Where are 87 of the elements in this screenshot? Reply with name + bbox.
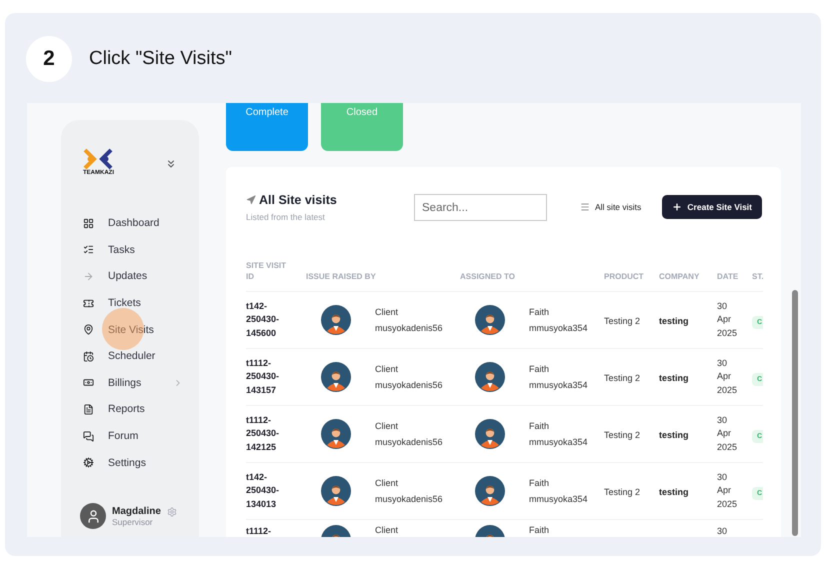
step-number: 2 [26, 36, 72, 82]
date-cell-text: 30 Apr 2025 [717, 300, 738, 340]
date-cell-text: 30 Apr 2025 [717, 356, 738, 397]
site-visit-id: t1112-250430-142125 [246, 414, 280, 454]
user-role: Supervisor [112, 516, 154, 526]
site-visit-id: t142-250430-134013 [246, 470, 280, 511]
panel-subtitle: Listed from the latest [246, 212, 326, 222]
column-header: DATE [717, 271, 740, 283]
nav-icon [83, 350, 94, 362]
person-avatar [475, 362, 505, 392]
menu-icon [580, 202, 590, 212]
person-avatar [475, 419, 505, 449]
nav-icon [83, 377, 94, 388]
sidebar-item[interactable]: Updates [61, 263, 199, 290]
column-header: ST. [752, 271, 763, 283]
filter-link[interactable]: All site visits [595, 202, 642, 212]
person-avatar [475, 476, 505, 506]
settings-icon[interactable] [166, 507, 177, 517]
assignee-name: Faith [529, 421, 550, 431]
assignee-email: mmusyoka354 [529, 494, 588, 504]
user-avatar [80, 503, 106, 529]
assignee-email: mmusyoka354 [529, 380, 588, 390]
product-cell: Testing 2 [604, 487, 640, 497]
sidebar-item[interactable]: Scheduler [61, 342, 199, 370]
column-header: SITE VISIT ID [246, 260, 288, 283]
assignee-email: mmusyoka354 [529, 437, 588, 447]
nav-icon [83, 244, 94, 256]
site-visit-id: t1112-250430-143157 [246, 356, 280, 397]
raiser-email: musyokadenis56 [375, 323, 443, 333]
scrollbar[interactable] [792, 290, 798, 536]
column-header: PRODUCT [604, 271, 645, 283]
person-avatar [321, 476, 351, 506]
date-cell-text: 30 Apr 2025 [717, 470, 738, 511]
person-avatar [321, 305, 351, 335]
nav-icon [83, 270, 94, 282]
step-instruction: Click "Site Visits" [89, 48, 232, 70]
person-avatar [475, 305, 505, 335]
site-visit-id: t142-250430-145600 [246, 300, 280, 340]
nav-icon [83, 457, 94, 468]
nav-icon [83, 218, 94, 229]
assignee-name: Faith [529, 307, 550, 317]
company-cell: testing [659, 316, 689, 326]
navigation-icon [246, 195, 256, 205]
person-avatar [321, 362, 351, 392]
column-header: COMPANY [659, 271, 700, 283]
nav-icon [83, 404, 94, 415]
assignee-email: mmusyoka354 [529, 323, 588, 333]
raiser-name: Client [375, 478, 400, 488]
company-cell: testing [659, 430, 689, 440]
raiser-name: Client [375, 364, 400, 374]
product-cell: Testing 2 [604, 430, 640, 440]
assignee-name: Faith [529, 364, 550, 374]
raiser-name: Client [375, 307, 400, 317]
site-visit-id: t1112- [246, 525, 272, 537]
person-avatar [321, 419, 351, 449]
company-cell: testing [659, 487, 689, 497]
nav-icon [83, 324, 94, 336]
assignee-name: Faith [529, 478, 550, 488]
date-cell-text: 30 [717, 525, 728, 537]
chevron-down-icon[interactable] [165, 158, 177, 170]
raiser-email: musyokadenis56 [375, 437, 443, 447]
create-site-visit-button[interactable]: Create Site Visit [662, 195, 762, 219]
plus-icon [672, 202, 682, 212]
assignee-name: Faith [529, 525, 550, 535]
logo-icon [83, 148, 113, 170]
company-cell: testing [659, 373, 689, 383]
sidebar-item[interactable]: Dashboard [61, 210, 199, 237]
nav-icon [83, 298, 94, 309]
raiser-name: Client [375, 421, 400, 431]
sidebar-item[interactable]: Reports [61, 396, 199, 423]
nav-icon [83, 430, 94, 442]
panel-title: All Site visits [259, 193, 337, 207]
raiser-email: musyokadenis56 [375, 494, 443, 504]
column-header: ISSUE RAISED BY [306, 271, 377, 283]
raiser-email: musyokadenis56 [375, 380, 443, 390]
sidebar-item[interactable]: Settings [61, 449, 199, 476]
sidebar-item[interactable]: Billings [61, 370, 199, 396]
sidebar-item[interactable]: Tasks [61, 236, 199, 264]
user-name: Magdaline [112, 506, 161, 516]
sidebar-item[interactable]: Forum [61, 422, 199, 450]
product-cell: Testing 2 [604, 316, 640, 326]
sidebar-item[interactable]: Tickets [61, 290, 199, 316]
date-cell-text: 30 Apr 2025 [717, 414, 738, 454]
column-header: ASSIGNED TO [460, 271, 516, 283]
search-field[interactable]: Search... [414, 194, 547, 221]
product-cell: Testing 2 [604, 373, 640, 383]
raiser-name: Client [375, 525, 398, 535]
